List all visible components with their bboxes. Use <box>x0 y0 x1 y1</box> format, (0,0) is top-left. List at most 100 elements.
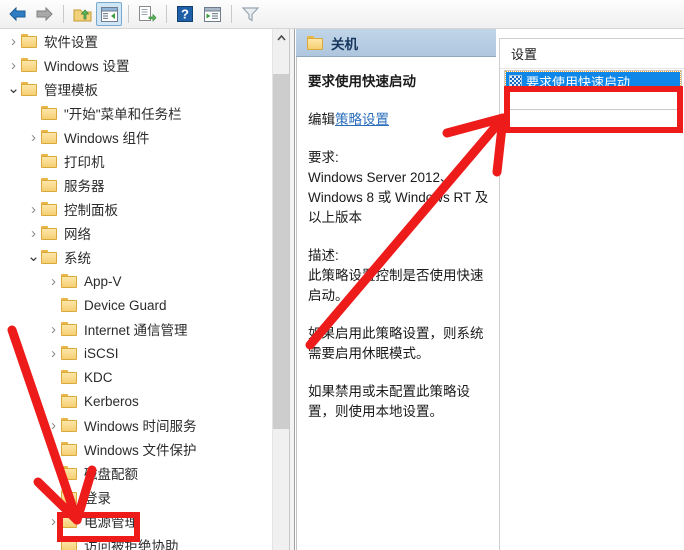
show-console-tree-icon[interactable] <box>96 2 122 26</box>
tree-item[interactable]: KDC <box>0 365 270 389</box>
toolbar-separator-1 <box>63 5 64 23</box>
scrollbar-thumb[interactable] <box>273 74 290 429</box>
forward-icon[interactable] <box>31 2 57 26</box>
tree-item[interactable]: Windows 文件保护 <box>0 437 270 461</box>
tree-item[interactable]: › App-V <box>0 269 270 293</box>
policy-detail-column: 要求使用快速启动 编辑策略设置 要求: Windows Server 2012、… <box>296 57 496 550</box>
show-action-pane-icon-glyph <box>203 6 221 22</box>
tree-item[interactable]: Kerberos <box>0 389 270 413</box>
tree-item-label: 服务器 <box>64 179 105 194</box>
tree-item[interactable]: › 控制面板 <box>0 197 270 221</box>
tree-item-label: 软件设置 <box>44 35 98 50</box>
up-folder-icon[interactable] <box>69 2 95 26</box>
folder-icon <box>61 370 78 384</box>
tree-item[interactable]: ⌄ 系统 <box>0 245 270 269</box>
toolbar-separator-2 <box>128 5 129 23</box>
export-list-icon[interactable] <box>134 2 160 26</box>
chevron-right-icon[interactable]: › <box>46 413 61 437</box>
tree-item-label: 管理模板 <box>44 83 98 98</box>
tree-item-label: 控制面板 <box>64 203 118 218</box>
tree-item[interactable]: › Windows 时间服务 <box>0 413 270 437</box>
chevron-down-icon[interactable]: ⌄ <box>26 245 41 269</box>
folder-icon <box>61 466 78 480</box>
chevron-right-icon[interactable]: › <box>6 29 21 53</box>
folder-icon <box>61 514 78 528</box>
tree-item-label: Kerberos <box>84 393 139 409</box>
folder-icon <box>41 202 58 216</box>
tree-item-label: Device Guard <box>84 297 167 313</box>
settings-tab-panel: 设置 要求使用快速启动 <box>499 38 684 550</box>
chevron-right-icon[interactable]: › <box>46 269 61 293</box>
show-console-tree-icon-glyph <box>100 6 118 22</box>
tree-item-label: 访问被拒绝协助 <box>84 539 179 550</box>
up-folder-icon-glyph <box>73 8 91 21</box>
edit-policy-setting-link[interactable]: 策略设置 <box>335 112 389 127</box>
folder-icon <box>21 82 38 96</box>
right-pane: 关机 要求使用快速启动 编辑策略设置 要求: Windows Server 20… <box>296 29 684 550</box>
chevron-right-icon[interactable]: › <box>46 317 61 341</box>
gpedit-window: ? › 软件设置 › Windows 设置 ⌄ 管理模板 "开始"菜单和任务栏 › Windo… <box>0 0 684 550</box>
folder-icon <box>41 178 58 192</box>
requirement-heading: 要求: <box>308 150 339 165</box>
filter-icon[interactable] <box>237 2 263 26</box>
folder-icon <box>61 394 78 408</box>
tree-item-label: Windows 文件保护 <box>84 443 197 458</box>
tree-item[interactable]: › 电源管理 <box>0 509 270 533</box>
description-block: 描述: 此策略设置控制是否使用快速启动。 <box>308 246 490 306</box>
settings-column-header[interactable]: 设置 <box>500 39 684 69</box>
help-icon-glyph: ? <box>177 6 193 22</box>
chevron-right-icon[interactable]: › <box>26 125 41 149</box>
folder-icon <box>61 442 78 456</box>
scroll-up-button[interactable] <box>273 29 290 46</box>
chevron-right-icon[interactable]: › <box>46 341 61 365</box>
tree-item[interactable]: › iSCSI <box>0 341 270 365</box>
tree-item[interactable]: › 软件设置 <box>0 29 270 53</box>
tree-item[interactable]: 磁盘配额 <box>0 461 270 485</box>
tree-item[interactable]: 登录 <box>0 485 270 509</box>
chevron-right-icon[interactable]: › <box>6 53 21 77</box>
folder-icon <box>41 250 58 264</box>
console-tree[interactable]: › 软件设置 › Windows 设置 ⌄ 管理模板 "开始"菜单和任务栏 › Windows… <box>0 29 270 550</box>
help-icon[interactable]: ? <box>172 2 198 26</box>
tree-item-label: "开始"菜单和任务栏 <box>64 107 182 122</box>
tree-item[interactable]: › Internet 通信管理 <box>0 317 270 341</box>
folder-icon <box>307 35 324 50</box>
tree-item[interactable]: ⌄ 管理模板 <box>0 77 270 101</box>
detail-header: 关机 <box>296 29 496 57</box>
edit-policy-line: 编辑策略设置 <box>308 108 490 128</box>
pane-splitter[interactable] <box>289 29 295 550</box>
settings-list-item[interactable]: 要求使用快速启动 <box>505 71 681 92</box>
paragraph-disabled: 如果禁用或未配置此策略设置，则使用本地设置。 <box>308 384 470 419</box>
tree-item-label: Windows 设置 <box>44 59 130 74</box>
tree-item[interactable]: Device Guard <box>0 293 270 317</box>
chevron-right-icon[interactable]: › <box>26 197 41 221</box>
tree-item[interactable]: › Windows 组件 <box>0 125 270 149</box>
toolbar-separator-3 <box>166 5 167 23</box>
description-text: 此策略设置控制是否使用快速启动。 <box>308 268 484 303</box>
folder-icon <box>61 298 78 312</box>
tree-item-label: 网络 <box>64 227 91 242</box>
settings-list[interactable]: 要求使用快速启动 <box>504 70 682 110</box>
tree-item[interactable]: 打印机 <box>0 149 270 173</box>
show-action-pane-icon[interactable] <box>199 2 225 26</box>
back-icon[interactable] <box>4 2 30 26</box>
filter-icon-glyph <box>241 7 259 22</box>
folder-icon <box>61 346 78 360</box>
tree-scrollbar[interactable] <box>272 29 290 550</box>
folder-icon <box>41 226 58 240</box>
chevron-right-icon[interactable]: › <box>26 221 41 245</box>
chevron-right-icon[interactable]: › <box>46 509 61 533</box>
policy-title: 要求使用快速启动 <box>308 74 416 89</box>
tree-item-label: Windows 时间服务 <box>84 419 197 434</box>
tree-item-label: 系统 <box>64 251 91 266</box>
tree-item[interactable]: 访问被拒绝协助 <box>0 533 270 550</box>
tree-item[interactable]: › Windows 设置 <box>0 53 270 77</box>
tree-item[interactable]: "开始"菜单和任务栏 <box>0 101 270 125</box>
tree-item[interactable]: 服务器 <box>0 173 270 197</box>
tree-item[interactable]: › 网络 <box>0 221 270 245</box>
chevron-down-icon[interactable]: ⌄ <box>6 77 21 101</box>
